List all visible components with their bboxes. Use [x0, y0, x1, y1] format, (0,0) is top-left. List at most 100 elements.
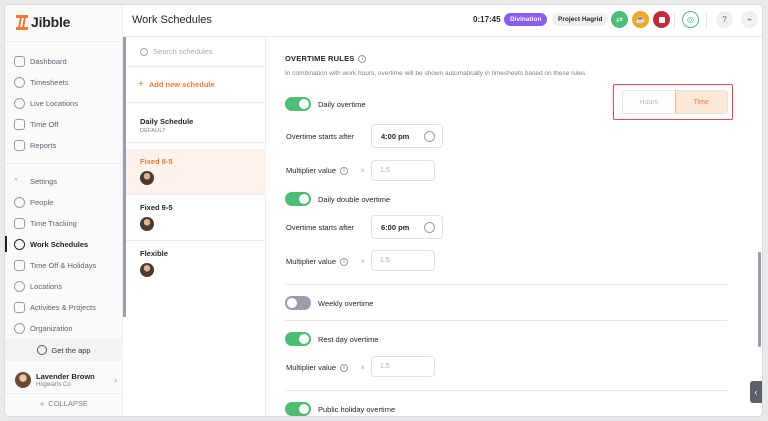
people-icon	[14, 196, 25, 208]
schedule-item-fixed-8-5[interactable]: Fixed 8-5	[123, 149, 266, 195]
daily-double-time-input[interactable]: 6:00 pm	[371, 215, 443, 239]
get-app-button[interactable]: Get the app	[5, 339, 123, 361]
time-value: 6:00 pm	[381, 222, 410, 232]
overtime-mode-toggle[interactable]: Hours Time	[622, 90, 728, 114]
daily-overtime-label: Daily overtime	[318, 99, 366, 109]
chevron-left-icon: ‹	[754, 387, 758, 397]
schedule-name: Daily Schedule	[140, 117, 194, 126]
notifications-button[interactable]: ⌁	[741, 11, 758, 28]
sidebar-item-work-schedules[interactable]: Work Schedules	[14, 237, 88, 251]
switch-activity-button[interactable]: ⇄	[611, 11, 628, 28]
sidebar-item-label: Activities & Projects	[30, 302, 96, 312]
schedule-name: Fixed 8-5	[140, 157, 173, 166]
search-schedules[interactable]: Search schedules	[123, 37, 266, 67]
sidebar-item-people[interactable]: People	[14, 195, 53, 209]
search-icon	[140, 47, 148, 56]
divider	[5, 163, 123, 164]
sidebar-item-label: Time Off & Holidays	[30, 260, 97, 270]
jibble-logo[interactable]: Jibble	[16, 13, 70, 31]
mode-hours-option[interactable]: Hours	[623, 91, 675, 113]
multiplier-value: 1.5	[380, 257, 390, 264]
sidebar-item-time-tracking[interactable]: Time Tracking	[14, 216, 77, 230]
daily-double-multiplier-input[interactable]: 1.5	[371, 250, 435, 271]
add-new-schedule-button[interactable]: + Add new schedule	[123, 67, 266, 103]
schedule-list-panel: Search schedules + Add new schedule Dail…	[123, 37, 266, 416]
sidebar-item-label: Time Off	[30, 119, 59, 129]
sidebar-item-label: Locations	[30, 281, 63, 291]
break-button[interactable]: ☕	[632, 11, 649, 28]
info-icon[interactable]: i	[358, 54, 367, 63]
multiplier-symbol: x	[361, 258, 365, 265]
schedule-item-fixed-9-5[interactable]: Fixed 9-5	[123, 195, 266, 241]
sidebar-item-label: Reports	[30, 140, 57, 150]
multiplier-label-text: Multiplier value	[286, 363, 337, 372]
sidebar-item-reports[interactable]: Reports	[14, 138, 56, 152]
user-profile[interactable]: Lavender Brown Hogwarts Co ›	[15, 369, 117, 391]
rest-day-multiplier-input[interactable]: 1.5	[371, 356, 435, 377]
side-panel-toggle[interactable]: ‹	[750, 381, 762, 403]
activity-badge[interactable]: Divination	[504, 13, 548, 26]
project-badge[interactable]: Project Hagrid	[552, 13, 609, 26]
sidebar-item-locations[interactable]: Locations	[14, 279, 62, 293]
overtime-starts-label: Overtime starts after	[286, 132, 354, 141]
sidebar-item-timesheets[interactable]: Timesheets	[14, 75, 69, 89]
app-name: Jibble	[31, 14, 71, 30]
multiplier-label-text: Multiplier value	[286, 257, 337, 266]
multiplier-value: 1.5	[380, 167, 390, 174]
app-window: Jibble Dashboard Timesheets Live Locatio…	[5, 5, 762, 416]
multiplier-label: Multiplier value i	[286, 257, 349, 266]
schedule-item-flexible[interactable]: Flexible	[123, 241, 266, 287]
sidebar-item-organization[interactable]: Organization	[14, 321, 73, 335]
rest-day-overtime-label: Rest day overtime	[318, 334, 379, 344]
sidebar-item-time-off-holidays[interactable]: Time Off & Holidays	[14, 258, 96, 272]
search-input[interactable]: Search schedules	[153, 47, 213, 56]
sidebar-item-label: People	[30, 197, 54, 207]
daily-multiplier-input[interactable]: 1.5	[371, 160, 435, 181]
switch-icon: ⇄	[616, 15, 623, 24]
chevron-right-icon: ›	[114, 375, 117, 385]
sidebar-item-dashboard[interactable]: Dashboard	[14, 54, 67, 68]
time-value: 4:00 pm	[381, 131, 410, 141]
get-app-label: Get the app	[51, 345, 91, 355]
info-icon[interactable]: i	[340, 257, 349, 266]
scrollbar[interactable]	[123, 37, 126, 317]
daily-overtime-time-input[interactable]: 4:00 pm	[371, 124, 443, 148]
section-description: In combination with work hours, overtime…	[285, 70, 588, 77]
daily-double-overtime-toggle[interactable]	[285, 192, 311, 206]
location-pin-icon	[14, 97, 25, 109]
daily-double-overtime-label: Daily double overtime	[318, 194, 391, 204]
scrollbar[interactable]	[758, 252, 761, 347]
schedule-item-daily[interactable]: Daily Schedule DEFAULT	[123, 103, 266, 143]
weekly-overtime-row: Weekly overtime	[285, 296, 373, 310]
clock-icon	[424, 222, 435, 233]
sidebar-item-settings[interactable]: ^ Settings	[14, 174, 57, 188]
stop-button[interactable]	[653, 11, 670, 28]
daily-overtime-row: Daily overtime	[285, 97, 366, 111]
jibble-logo-icon	[16, 14, 28, 30]
rest-day-overtime-toggle[interactable]	[285, 332, 311, 346]
daily-overtime-toggle[interactable]	[285, 97, 311, 111]
sidebar-item-activities-projects[interactable]: Activities & Projects	[14, 300, 96, 314]
clock-in-user-button[interactable]: ◎	[682, 11, 699, 28]
weekly-overtime-toggle[interactable]	[285, 296, 311, 310]
chevron-up-icon: ^	[14, 176, 18, 186]
sidebar-item-time-off[interactable]: Time Off	[14, 117, 58, 131]
overtime-rules-panel: OVERTIME RULES i In combination with wor…	[267, 37, 762, 416]
active-indicator	[5, 236, 7, 252]
public-holiday-overtime-toggle[interactable]	[285, 402, 311, 416]
info-icon[interactable]: i	[340, 166, 349, 175]
clock-icon	[14, 76, 25, 88]
timer: 0:17:45	[473, 15, 501, 24]
help-button[interactable]: ?	[716, 11, 733, 28]
multiplier-label-text: Multiplier value	[286, 166, 337, 175]
divider	[285, 284, 727, 285]
sidebar-item-live-locations[interactable]: Live Locations	[14, 96, 78, 110]
multiplier-label: Multiplier value i	[286, 363, 349, 372]
top-bar: Work Schedules 0:17:45 Divination Projec…	[123, 5, 762, 37]
mode-time-option[interactable]: Time	[674, 91, 727, 113]
collapse-button[interactable]: «COLLAPSE	[5, 399, 123, 408]
sidebar-item-label: Timesheets	[30, 77, 69, 87]
info-icon[interactable]: i	[340, 363, 349, 372]
schedule-gear-icon	[14, 238, 25, 250]
dashboard-icon	[14, 55, 25, 67]
